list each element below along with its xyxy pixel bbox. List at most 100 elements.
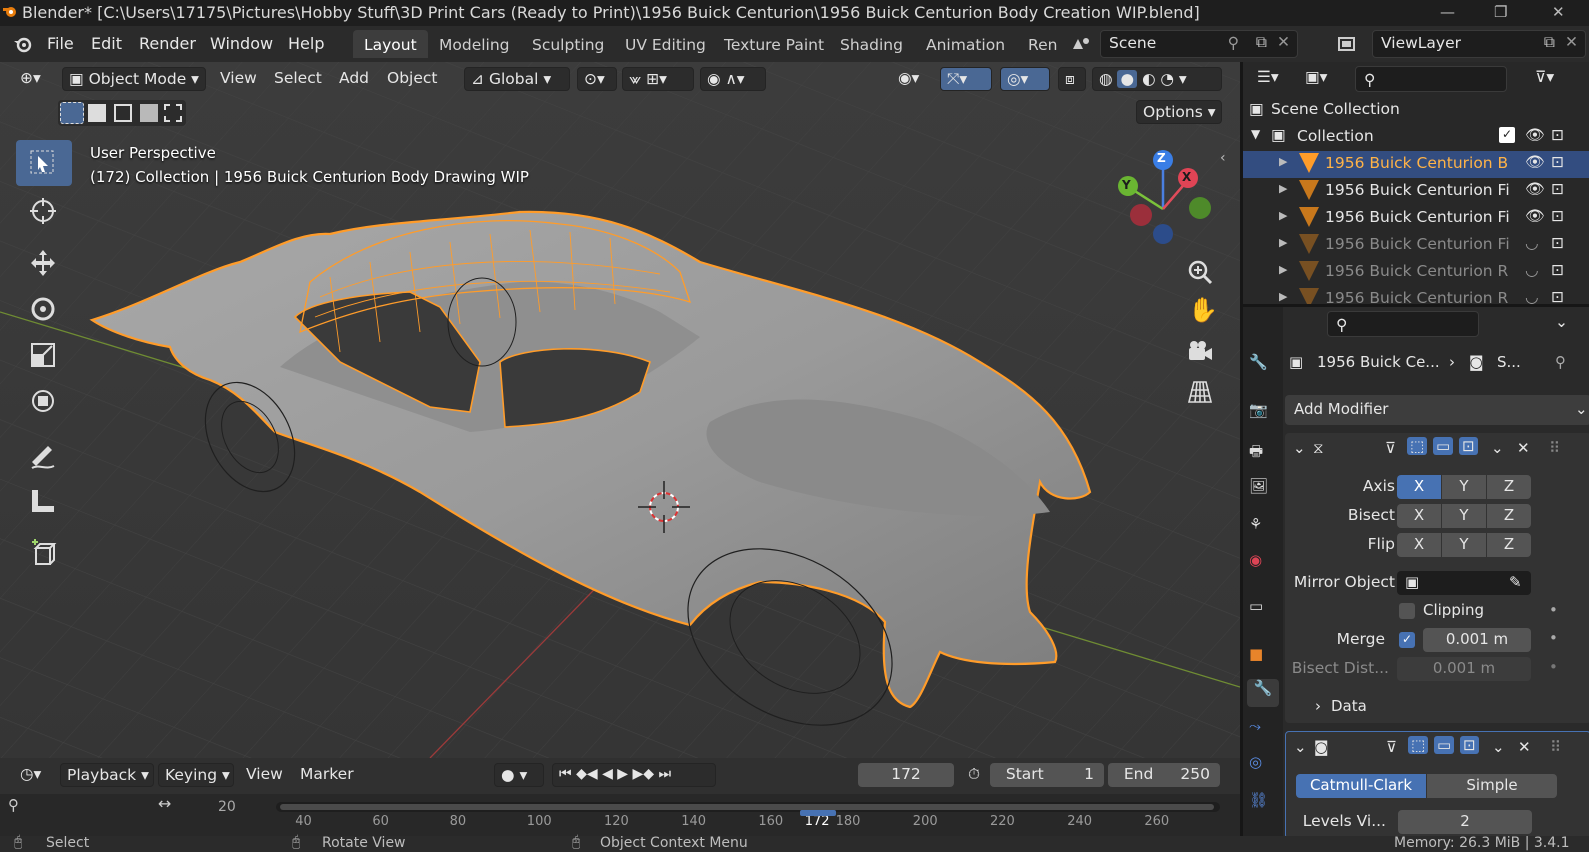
play-icon[interactable]: ▶ xyxy=(617,766,628,782)
subsurf-render-icon[interactable]: ⊡ xyxy=(1460,736,1479,754)
subsurf-dropdown-icon[interactable]: ⌄ xyxy=(1492,738,1505,756)
render-camera-icon[interactable]: ⊡ xyxy=(1551,234,1564,252)
3d-viewport[interactable]: Z Y X ⊕▾ ▣ Object Mode ▾ View Select Add… xyxy=(0,62,1240,758)
delete-view-layer-icon[interactable]: ✕ xyxy=(1565,33,1578,51)
scene-tab-icon[interactable]: ⚘ xyxy=(1249,515,1277,543)
mirror-remove-icon[interactable]: ✕ xyxy=(1517,439,1530,457)
select-intersect-icon[interactable] xyxy=(164,104,182,122)
timeline-resize-icon[interactable]: ↔ xyxy=(158,794,171,813)
object-tab-icon[interactable]: ■ xyxy=(1249,645,1277,673)
sidebar-toggle-icon[interactable]: ‹ xyxy=(1220,150,1226,166)
bisect-x-toggle[interactable]: X xyxy=(1397,504,1441,528)
shading-modes[interactable]: ◍ ● ◐ ◔ ▾ xyxy=(1092,67,1222,91)
rendered-shading-icon[interactable]: ◔ xyxy=(1160,70,1174,88)
properties-search-field[interactable]: ⚲ xyxy=(1327,311,1479,337)
expand-arrow-icon[interactable]: ▶ xyxy=(1279,290,1287,303)
view-layer-icon[interactable] xyxy=(1336,33,1358,55)
pan-hand-icon[interactable]: ✋ xyxy=(1188,296,1218,324)
menu-render[interactable]: Render xyxy=(139,34,196,53)
overlay-toggle-icon[interactable]: ◎▾ xyxy=(1000,67,1050,91)
outliner-object-row[interactable]: ▶ 1956 Buick Centurion Fi ◡ ⊡ xyxy=(1243,232,1589,259)
add-cube-tool[interactable] xyxy=(16,530,72,576)
mirror-drag-handle-icon[interactable]: ⠿ xyxy=(1549,439,1560,457)
rotate-tool[interactable] xyxy=(16,286,72,332)
expand-arrow-icon[interactable]: ▶ xyxy=(1279,263,1287,276)
render-camera-icon[interactable]: ⊡ xyxy=(1551,207,1564,225)
axis-y-toggle[interactable]: Y xyxy=(1442,475,1486,499)
catmull-clark-toggle[interactable]: Catmull-Clark xyxy=(1296,774,1426,798)
properties-pin-icon[interactable]: ⚲ xyxy=(1555,353,1566,371)
clipping-checkbox[interactable] xyxy=(1399,603,1415,619)
transform-orientation-dropdown[interactable]: ⊿ Global ▾ xyxy=(464,67,570,91)
output-tab-icon[interactable]: 🖶 xyxy=(1249,441,1277,469)
menu-select[interactable]: Select xyxy=(268,67,328,91)
tab-sculpting[interactable]: Sculpting xyxy=(521,30,615,58)
marker-menu[interactable]: Marker xyxy=(294,763,360,787)
render-camera-icon[interactable]: ⊡ xyxy=(1551,180,1564,198)
jump-start-icon[interactable]: ⏮ xyxy=(559,766,572,782)
bisect-y-toggle[interactable]: Y xyxy=(1442,504,1486,528)
timeline-scroll-thumb[interactable] xyxy=(280,804,1214,810)
timeline-scrollbar[interactable] xyxy=(276,802,1220,812)
scene-icon[interactable] xyxy=(1070,33,1092,55)
bisect-distance-field[interactable]: 0.001 m xyxy=(1397,657,1531,681)
xray-icon[interactable]: ⧈ xyxy=(1058,67,1086,91)
playhead[interactable] xyxy=(800,810,836,816)
menu-edit[interactable]: Edit xyxy=(91,34,122,53)
menu-view[interactable]: View xyxy=(214,67,263,91)
merge-keyframe-dot[interactable]: • xyxy=(1549,629,1558,647)
flip-y-toggle[interactable]: Y xyxy=(1442,533,1486,557)
zoom-icon[interactable] xyxy=(1186,258,1214,286)
menu-object[interactable]: Object xyxy=(381,67,443,91)
end-frame-field[interactable]: End 250 xyxy=(1108,763,1220,787)
close-window-icon[interactable]: ✕ xyxy=(1552,3,1565,21)
axis-z-toggle[interactable]: Z xyxy=(1487,475,1531,499)
cursor-tool[interactable] xyxy=(16,188,72,234)
timeline-search-icon[interactable]: ⚲ xyxy=(8,796,19,814)
delete-scene-icon[interactable]: ✕ xyxy=(1277,33,1290,51)
select-extend-icon[interactable] xyxy=(88,104,106,122)
expand-arrow-icon[interactable]: ▶ xyxy=(1279,155,1287,168)
current-frame-field[interactable]: 172 xyxy=(858,763,954,787)
tab-shading[interactable]: Shading xyxy=(829,30,914,58)
data-expand-icon[interactable]: › xyxy=(1315,697,1321,715)
particles-tab-icon[interactable]: ⤳ xyxy=(1249,717,1277,745)
subsurf-drag-handle-icon[interactable]: ⠿ xyxy=(1550,738,1561,756)
menu-window[interactable]: Window xyxy=(210,34,273,53)
eyedropper-icon[interactable]: ✎ xyxy=(1509,573,1522,591)
viewport-toggle-icon[interactable]: ▭ xyxy=(1433,437,1454,455)
clipping-keyframe-dot[interactable]: • xyxy=(1549,601,1558,619)
mirror-object-field[interactable]: ▣ ✎ xyxy=(1397,571,1531,595)
tab-texture-paint[interactable]: Texture Paint xyxy=(713,30,835,58)
editor-type-icon[interactable]: ⊕▾ xyxy=(14,67,47,91)
render-camera-icon[interactable]: ⊡ xyxy=(1551,153,1564,171)
perspective-toggle-icon[interactable] xyxy=(1186,378,1214,406)
visibility-eye-closed-icon[interactable]: ◡ xyxy=(1525,234,1539,252)
keying-menu[interactable]: Keying ▾ xyxy=(158,763,234,787)
tab-rendering[interactable]: Ren xyxy=(1017,30,1068,58)
material-shading-icon[interactable]: ◐ xyxy=(1142,70,1156,88)
tab-modeling[interactable]: Modeling xyxy=(428,30,521,58)
mirror-dropdown-icon[interactable]: ⌄ xyxy=(1491,439,1504,457)
subsurf-remove-icon[interactable]: ✕ xyxy=(1518,738,1531,756)
snap-icon[interactable]: ⩖ ⊞▾ xyxy=(622,67,694,91)
select-invert-icon[interactable] xyxy=(140,104,158,122)
visibility-eye-icon[interactable]: 👁 xyxy=(1525,153,1545,171)
expand-arrow-icon[interactable]: ▶ xyxy=(1279,182,1287,195)
proportional-edit-icon[interactable]: ◉ ∧▾ xyxy=(700,67,766,91)
timeline-ruler-area[interactable]: ⚲ ↔ 20 40 60 80 100 120 140 160 172 180 200 220 240… xyxy=(0,794,1240,836)
annotate-tool[interactable] xyxy=(16,432,72,478)
merge-distance-field[interactable]: 0.001 m xyxy=(1423,628,1531,652)
subsurf-collapse-icon[interactable]: ⌄ xyxy=(1294,738,1307,756)
visibility-eye-icon[interactable]: 👁 xyxy=(1525,126,1545,144)
simple-toggle[interactable]: Simple xyxy=(1427,774,1557,798)
collection-row[interactable]: ▼ ▣ Collection ✓ 👁 ⊡ xyxy=(1243,124,1589,151)
menu-add[interactable]: Add xyxy=(333,67,375,91)
outliner-editor-icon[interactable]: ☰▾ xyxy=(1251,66,1285,90)
pin-icon[interactable]: ⚲ xyxy=(1228,34,1239,52)
gizmo-x-label[interactable]: X xyxy=(1182,170,1191,184)
gizmo-z-label[interactable]: Z xyxy=(1157,151,1166,165)
maximize-icon[interactable]: ❐ xyxy=(1494,3,1507,21)
measure-tool[interactable] xyxy=(16,478,72,524)
move-tool[interactable] xyxy=(16,240,72,286)
